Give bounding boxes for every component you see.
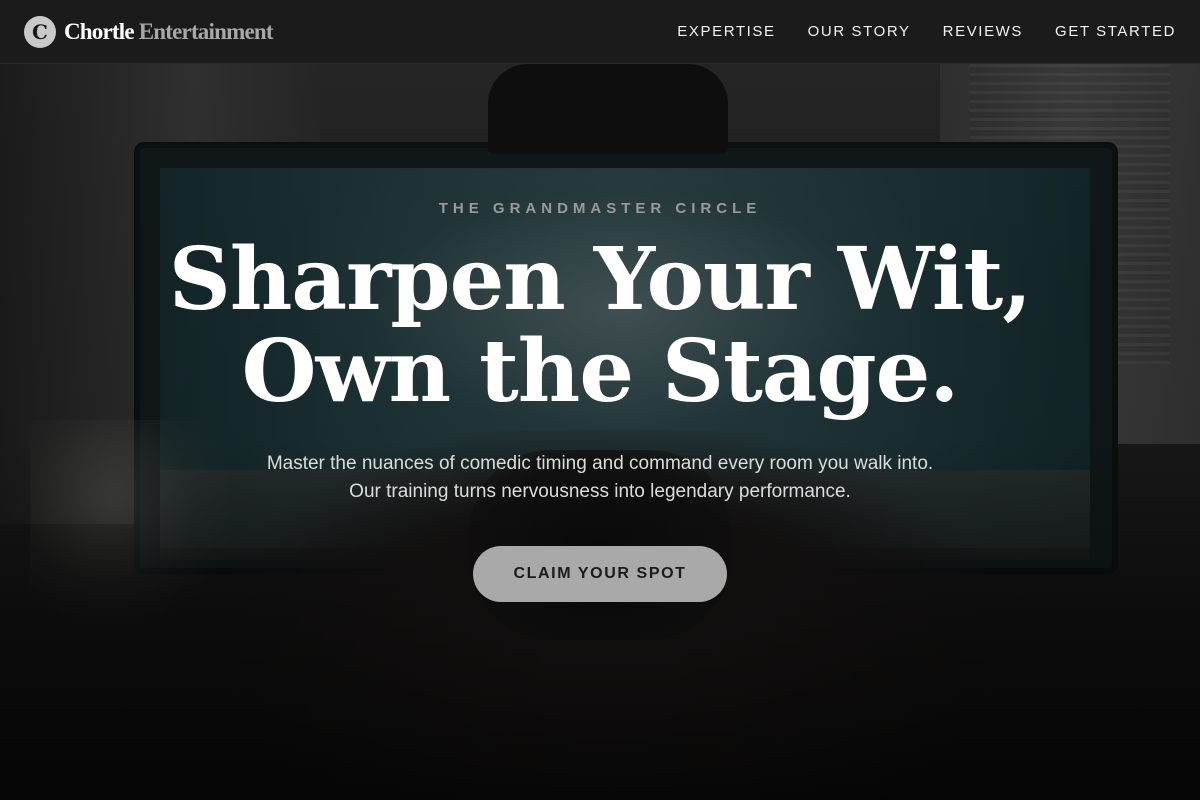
claim-spot-button[interactable]: CLAIM YOUR SPOT	[473, 546, 727, 602]
nav-link-reviews[interactable]: REVIEWS	[943, 23, 1023, 40]
hero-headline-line1: Sharpen Your Wit,	[168, 229, 1032, 330]
hero-eyebrow: THE GRANDMASTER CIRCLE	[438, 200, 762, 217]
hero-headline-line2: Own the Stage.	[241, 321, 960, 422]
hero-subtitle: Master the nuances of comedic timing and…	[266, 453, 934, 502]
nav-link-our-story[interactable]: OUR STORY	[808, 23, 911, 40]
nav-links: EXPERTISE OUR STORY REVIEWS GET STARTED	[677, 23, 1176, 40]
brand-name-primary: Chortle	[64, 18, 135, 44]
brand-logo-link[interactable]: C Chortle Entertainment	[24, 15, 274, 48]
logo-icon: C	[24, 15, 56, 48]
top-navbar: C Chortle Entertainment EXPERTISE OUR ST…	[0, 0, 1200, 64]
nav-link-get-started[interactable]: GET STARTED	[1055, 23, 1176, 40]
hero-section: THE GRANDMASTER CIRCLE Sharpen Your Wit,…	[0, 64, 1200, 800]
brand-name: Chortle Entertainment	[64, 18, 274, 45]
nav-link-expertise[interactable]: EXPERTISE	[677, 23, 775, 40]
brand-name-secondary: Entertainment	[138, 18, 274, 44]
hero-headline: Sharpen Your Wit, Own the Stage.	[0, 234, 1200, 418]
